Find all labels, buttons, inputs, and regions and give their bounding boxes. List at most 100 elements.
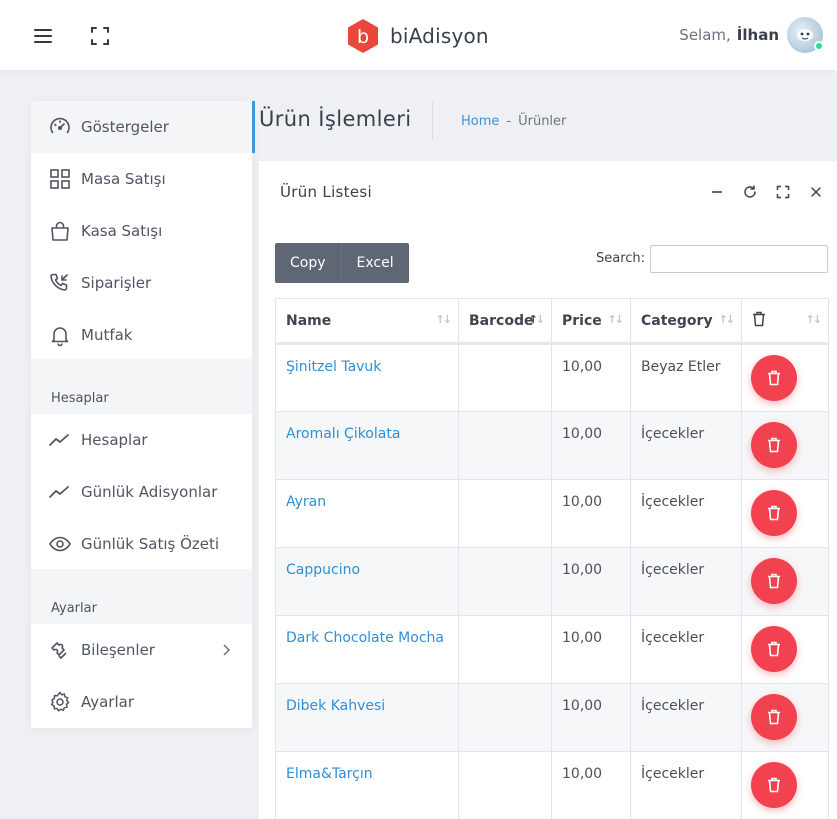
sidebar-item-siparisler[interactable]: Siparişler	[31, 257, 252, 309]
sidebar-item-label: Masa Satışı	[81, 170, 166, 188]
cell-barcode	[458, 343, 552, 412]
cell-category: İçecekler	[630, 683, 742, 752]
cell-delete	[741, 411, 829, 480]
sidebar: Göstergeler Masa Satışı Kasa Satışı Sipa…	[31, 101, 255, 728]
cell-name: Dibek Kahvesi	[275, 683, 459, 752]
puzzle-icon	[51, 642, 67, 659]
table-row: Cappucino 10,00 İçecekler	[275, 547, 829, 616]
sidebar-item-label: Ayarlar	[81, 693, 135, 711]
phone-incoming-icon	[50, 273, 68, 291]
delete-button[interactable]	[751, 762, 797, 808]
table-row: Ayran 10,00 İçecekler	[275, 479, 829, 548]
header-divider	[432, 102, 433, 140]
product-name-link[interactable]: Aromalı Çikolata	[286, 426, 400, 442]
delete-button[interactable]	[751, 694, 797, 740]
cell-name: Cappucino	[275, 547, 459, 616]
trend-line-icon	[49, 486, 69, 498]
sidebar-item-label: Göstergeler	[81, 118, 169, 136]
sidebar-item-label: Bileşenler	[81, 641, 155, 659]
product-name-link[interactable]: Dark Chocolate Mocha	[286, 630, 444, 646]
table-header-row: Name ↑↓ Barcode ↑↓ Price ↑↓ Category ↑↓	[275, 298, 829, 345]
hamburger-menu-icon[interactable]	[28, 22, 58, 48]
sidebar-item-label: Günlük Adisyonlar	[81, 483, 218, 501]
avatar-face-icon	[797, 29, 813, 41]
fullscreen-icon[interactable]	[86, 22, 114, 50]
sidebar-item-ayarlar[interactable]: Ayarlar	[31, 676, 252, 728]
excel-button[interactable]: Excel	[340, 243, 409, 283]
sidebar-item-gostergeler[interactable]: Göstergeler	[31, 101, 255, 153]
sidebar-item-gunluk-satis-ozeti[interactable]: Günlük Satış Özeti	[31, 518, 252, 570]
breadcrumb-home-link[interactable]: Home	[461, 114, 499, 129]
cell-name: Şinitzel Tavuk	[275, 343, 459, 412]
product-name-link[interactable]: Dibek Kahvesi	[286, 698, 385, 714]
trend-line-icon	[49, 434, 69, 446]
speedometer-icon	[50, 117, 70, 134]
sidebar-item-label: Günlük Satış Özeti	[81, 535, 220, 553]
sidebar-item-label: Siparişler	[81, 274, 152, 292]
sidebar-item-masa-satisi[interactable]: Masa Satışı	[31, 153, 252, 205]
product-table: Name ↑↓ Barcode ↑↓ Price ↑↓ Category ↑↓	[275, 298, 829, 819]
bell-icon	[51, 327, 69, 347]
greeting-text: Selam,	[679, 26, 731, 44]
product-name-link[interactable]: Ayran	[286, 494, 326, 510]
sort-icon: ↑↓	[607, 313, 625, 326]
product-table-wrapper: Name ↑↓ Barcode ↑↓ Price ↑↓ Category ↑↓	[275, 298, 829, 819]
breadcrumb-current: Ürünler	[518, 114, 567, 129]
refresh-icon[interactable]	[739, 181, 761, 203]
breadcrumb: Home - Ürünler	[461, 114, 566, 129]
cell-barcode	[458, 547, 552, 616]
trash-icon	[768, 709, 780, 725]
expand-icon[interactable]	[772, 181, 794, 203]
card-title: Ürün Listesi	[280, 183, 372, 201]
export-button-group: Copy Excel	[275, 243, 409, 283]
delete-button[interactable]	[751, 422, 797, 468]
avatar[interactable]	[787, 17, 824, 53]
cell-category: İçecekler	[630, 615, 742, 684]
column-header-delete[interactable]: ↑↓	[741, 298, 829, 345]
delete-button[interactable]	[751, 626, 797, 672]
cell-price: 10,00	[551, 479, 631, 548]
sidebar-item-mutfak[interactable]: Mutfak	[31, 309, 252, 361]
table-row: Dibek Kahvesi 10,00 İçecekler	[275, 683, 829, 752]
brand-logo[interactable]: b biAdisyon	[346, 18, 489, 54]
delete-button[interactable]	[751, 490, 797, 536]
minimize-icon[interactable]	[706, 181, 728, 203]
user-menu[interactable]: Selam, İlhan	[679, 16, 824, 54]
search-input[interactable]	[650, 245, 828, 273]
sort-icon: ↑↓	[435, 313, 453, 326]
cell-delete	[741, 479, 829, 548]
cell-delete	[741, 547, 829, 616]
copy-button[interactable]: Copy	[275, 243, 341, 283]
sort-ascending-icon: ↑↓	[528, 313, 546, 326]
sidebar-item-bilesenler[interactable]: Bileşenler	[31, 624, 252, 676]
sidebar-item-hesaplar[interactable]: Hesaplar	[31, 414, 252, 466]
column-header-price[interactable]: Price ↑↓	[551, 298, 631, 345]
delete-button[interactable]	[751, 355, 797, 401]
close-icon[interactable]	[805, 181, 827, 203]
cell-delete	[741, 615, 829, 684]
cell-delete	[741, 683, 829, 752]
product-name-link[interactable]: Elma&Tarçın	[286, 766, 373, 782]
hexagon-logo-icon: b	[348, 19, 378, 53]
sort-icon: ↑↓	[718, 313, 736, 326]
cell-price: 10,00	[551, 547, 631, 616]
column-header-category[interactable]: Category ↑↓	[630, 298, 742, 345]
product-name-link[interactable]: Cappucino	[286, 562, 360, 578]
cell-category: İçecekler	[630, 547, 742, 616]
column-header-label: Price	[562, 312, 602, 329]
column-header-label: Name	[286, 312, 332, 329]
column-header-label: Category	[641, 312, 713, 329]
product-name-link[interactable]: Şinitzel Tavuk	[286, 359, 381, 375]
sidebar-item-gunluk-adisyonlar[interactable]: Günlük Adisyonlar	[31, 466, 252, 518]
trash-icon	[768, 573, 780, 589]
top-bar: b biAdisyon Selam, İlhan	[0, 0, 837, 70]
sidebar-item-kasa-satisi[interactable]: Kasa Satışı	[31, 205, 252, 257]
grid-icon	[50, 169, 70, 189]
cell-barcode	[458, 615, 552, 684]
trash-icon	[768, 437, 780, 453]
delete-button[interactable]	[751, 558, 797, 604]
column-header-barcode[interactable]: Barcode ↑↓	[458, 298, 552, 345]
sidebar-section-ayarlar: Ayarlar	[31, 569, 252, 624]
cell-barcode	[458, 751, 552, 819]
column-header-name[interactable]: Name ↑↓	[275, 298, 459, 345]
